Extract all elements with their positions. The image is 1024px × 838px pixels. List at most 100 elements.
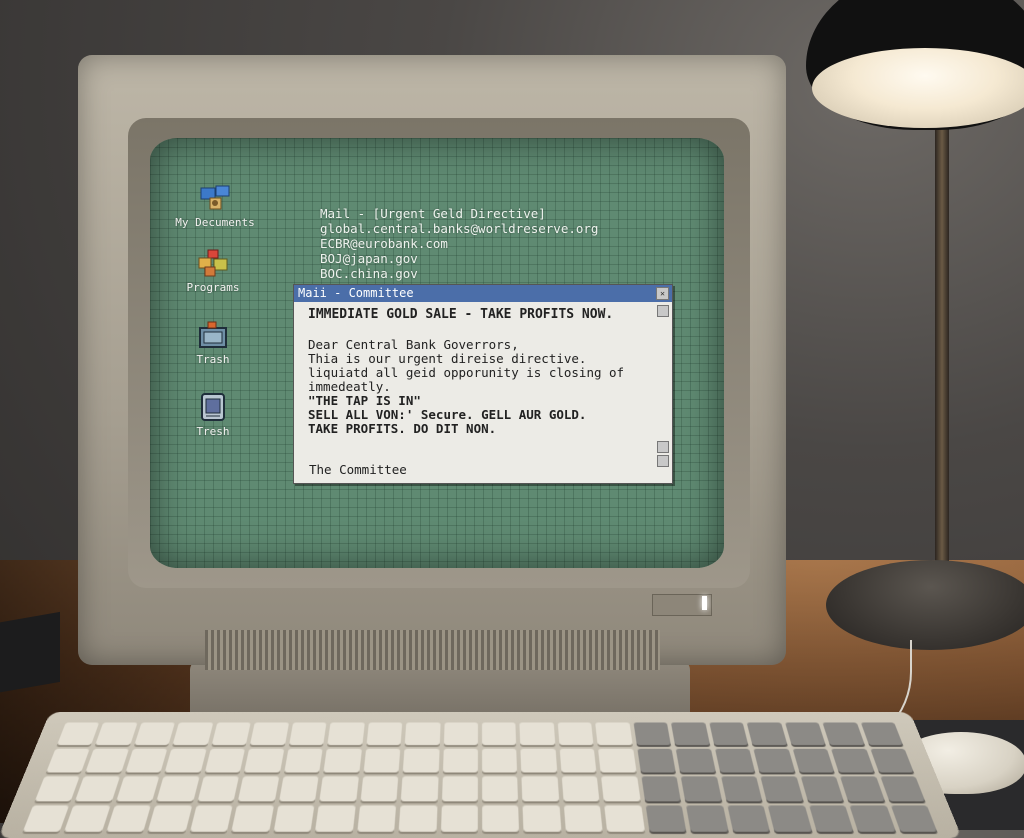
keyboard-key [519, 722, 556, 746]
keyboard-key [278, 776, 319, 802]
mail-header: Mail - [Urgent Geld Directive] global.ce… [320, 206, 598, 281]
keyboard-key [34, 776, 81, 802]
keyboard-key [400, 776, 439, 802]
power-led-icon [702, 596, 707, 610]
keyboard-key [680, 776, 722, 802]
close-icon[interactable]: ✕ [656, 287, 669, 300]
keyboard-key [231, 805, 274, 832]
keyboard-key [561, 776, 600, 802]
keyboard-key [363, 748, 401, 773]
recipient-line: BOJ@japan.gov [320, 251, 418, 266]
keyboard-key [134, 722, 176, 746]
monitor-vent [205, 630, 660, 670]
keyboard-key [686, 805, 729, 832]
scroll-up-icon[interactable] [657, 305, 669, 317]
keyboard-key [244, 748, 285, 773]
keyboard-key [753, 748, 795, 773]
keyboard-key [398, 805, 437, 832]
keyboard-key [75, 776, 120, 802]
keyboard-key [106, 805, 152, 832]
keyboard-key [366, 722, 403, 746]
keyboard-key [709, 722, 749, 746]
keyboard-key [808, 805, 854, 832]
keyboard-key [283, 748, 323, 773]
keyboard-key [22, 805, 70, 832]
keyboard-key [56, 722, 100, 746]
body-line: Dear Central Bank Goverrors, [308, 337, 519, 352]
window-titlebar[interactable]: Maii - Committee ✕ [294, 285, 672, 302]
keyboard-key [869, 748, 914, 773]
documents-icon [198, 183, 232, 213]
scroll-down-icon[interactable] [657, 441, 669, 453]
desktop-icon-my-documents[interactable]: My Decuments [170, 183, 260, 229]
keyboard-key [250, 722, 289, 746]
mail-signature: The Committee [309, 462, 407, 477]
keyboard-key [520, 748, 558, 773]
keyboard-keys [22, 722, 938, 832]
keyboard-key [784, 722, 826, 746]
keyboard-key [822, 722, 865, 746]
keyboard-key [831, 748, 875, 773]
mail-body: IMMEDIATE GOLD SALE - TAKE PROFITS NOW. … [308, 307, 650, 436]
keyboard-key [482, 805, 520, 832]
body-line: liquiatd all geid opporunity is closing … [308, 365, 625, 380]
desktop-icon-tresh[interactable]: Tresh [168, 392, 258, 438]
keyboard-key [714, 748, 756, 773]
mail-window[interactable]: Maii - Committee ✕ IMMEDIATE GOLD SALE -… [293, 284, 673, 484]
keyboard-key [46, 748, 91, 773]
desktop-icon-label: Programs [186, 281, 240, 294]
keyboard-key [172, 722, 214, 746]
keyboard-key [116, 776, 160, 802]
keyboard-key [315, 805, 356, 832]
keyboard-key [288, 722, 327, 746]
dark-object [0, 611, 60, 695]
window-title: Maii - Committee [298, 286, 414, 300]
keyboard-key [85, 748, 129, 773]
keyboard-key [323, 748, 362, 773]
lamp-arm [935, 125, 949, 575]
keyboard-key [637, 748, 677, 773]
keyboard-key [148, 805, 193, 832]
keyboard-key [204, 748, 246, 773]
keyboard-key [767, 805, 812, 832]
keyboard [0, 712, 963, 838]
desktop-icon-label: My Decuments [175, 216, 255, 229]
body-line-bold: TAKE PROFITS. DO DIT NON. [308, 421, 497, 436]
lamp-bulb [812, 48, 1024, 128]
keyboard-key [595, 722, 633, 746]
keyboard-key [645, 805, 687, 832]
body-line-bold: "THE TAP IS IN" [308, 393, 421, 408]
keyboard-key [746, 722, 788, 746]
keyboard-key [792, 748, 835, 773]
desktop-icon-programs[interactable]: Programs [168, 248, 258, 294]
body-line: Thia is our urgent direise directive. [308, 351, 587, 366]
keyboard-key [404, 722, 441, 746]
keyboard-key [441, 776, 478, 802]
keyboard-key [601, 776, 641, 802]
keyboard-key [671, 722, 710, 746]
desktop-icon-trash[interactable]: Trash [168, 320, 258, 366]
keyboard-key [760, 776, 804, 802]
keyboard-key [189, 805, 233, 832]
keyboard-key [523, 805, 562, 832]
trash-icon [196, 392, 230, 422]
recipient-line: BOC.china.gov [320, 266, 418, 281]
keyboard-key [482, 776, 519, 802]
keyboard-key [557, 722, 594, 746]
keyboard-key [165, 748, 207, 773]
keyboard-key [720, 776, 763, 802]
keyboard-key [64, 805, 111, 832]
keyboard-key [633, 722, 672, 746]
keyboard-key [563, 805, 604, 832]
keyboard-key [197, 776, 240, 802]
keyboard-key [482, 722, 517, 746]
keyboard-key [879, 776, 926, 802]
keyboard-key [675, 748, 716, 773]
body-line: immedeatly. [308, 379, 391, 394]
scroll-down-icon[interactable] [657, 455, 669, 467]
keyboard-key [604, 805, 645, 832]
recipient-line: global.central.banks@worldreserve.org [320, 221, 599, 236]
keyboard-key [641, 776, 682, 802]
keyboard-key [327, 722, 365, 746]
keyboard-key [273, 805, 315, 832]
